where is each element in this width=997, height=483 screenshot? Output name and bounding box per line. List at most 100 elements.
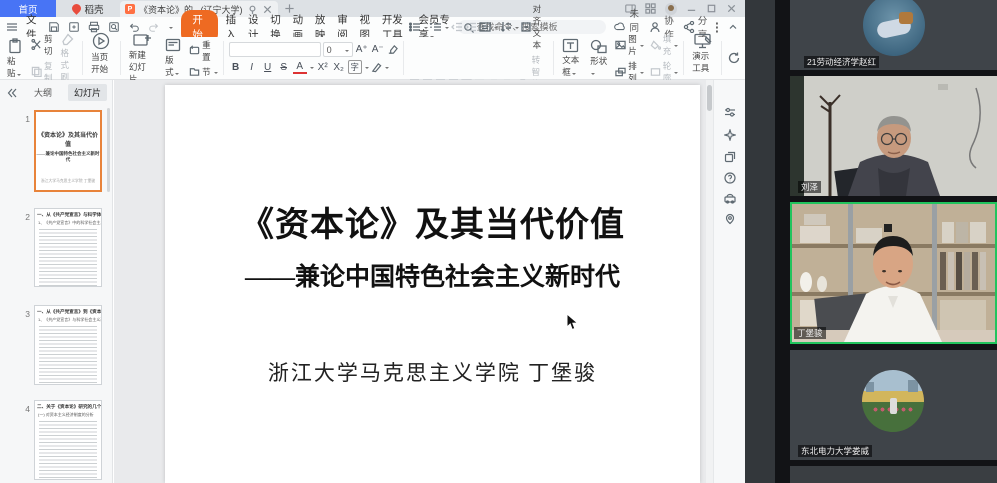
decrease-font-button[interactable]: A⁻ [371, 44, 385, 55]
participant-tile-4[interactable]: 东北电力大学娄威 [790, 350, 997, 460]
participant-tile-1[interactable]: 21劳动经济学赵红 [790, 0, 997, 70]
participant-tile-2[interactable]: 刘泽 [790, 76, 997, 196]
docer-tab-label: 稻壳 [84, 2, 103, 16]
shapes-icon [590, 39, 607, 54]
thumbnail-body-text [39, 229, 97, 287]
thumbnail-scrollbar[interactable] [107, 108, 110, 192]
slide-number: 4 [20, 404, 30, 414]
shapes-button[interactable]: 形状 [587, 39, 610, 77]
participant-name: 东北电力大学娄威 [798, 445, 872, 457]
increase-font-button[interactable]: A⁺ [355, 44, 369, 55]
play-circle-icon [92, 32, 110, 50]
sync-tool-icon[interactable] [727, 51, 741, 65]
play-from-current-button[interactable]: 当页开始 [88, 32, 115, 85]
slide-title: 《资本论》及其当代价值 [165, 197, 700, 246]
participant-tile-3-active-speaker[interactable]: 丁堡骏 [790, 202, 997, 344]
increase-indent-icon[interactable] [465, 22, 477, 32]
text-box-button[interactable]: 文本框 [559, 38, 582, 78]
superscript-button[interactable]: X² [316, 62, 330, 73]
properties-sliders-icon[interactable] [724, 106, 736, 118]
participant-name: 丁堡骏 [794, 327, 826, 339]
toolbox-icon[interactable] [724, 192, 736, 204]
canvas-scrollbar[interactable] [706, 80, 713, 483]
reset-button[interactable]: 重置 [189, 39, 218, 63]
slide-thumbnail-3[interactable]: 一、从《共产党宣言》到《资本论》的发展 1、《共产党宣言》与科学社会主义基本原则 [34, 305, 102, 385]
new-slide-button[interactable]: 新建幻灯片 [126, 32, 157, 85]
collapse-ribbon-icon[interactable] [727, 21, 739, 33]
save-icon[interactable] [48, 21, 60, 33]
help-icon[interactable] [724, 172, 736, 184]
participant-name: 刘泽 [798, 181, 821, 193]
align-text-icon [521, 22, 531, 32]
text-box-icon [562, 38, 579, 53]
strikethrough-button[interactable]: S [277, 62, 291, 73]
docer-tab[interactable]: 稻壳 [56, 0, 120, 17]
slide-thumbnail-4[interactable]: 二、关于《资本论》研究的几个问题 (一) 对资本主义经济制度的分析 [34, 400, 102, 480]
fill-button[interactable]: 填充 [650, 33, 679, 57]
participant-video [790, 76, 997, 196]
picture-button[interactable]: 图片 [615, 33, 644, 57]
participant-name: 21劳动经济学赵红 [804, 56, 879, 68]
export-icon[interactable] [68, 21, 80, 33]
bold-button[interactable]: B [229, 62, 243, 73]
participant-tile-5-partial[interactable] [790, 466, 997, 483]
insert-group: 图片 填充 排列 轮廓 [615, 33, 678, 84]
tab-slides[interactable]: 幻灯片 [68, 84, 107, 101]
slide-thumbnail-2[interactable]: 一、从《共产党宣言》与科学体系发展《资本论》 1、《共产党宣言》中的科学社会主义 [34, 208, 102, 287]
font-group: 0 A⁺ A⁻ B I U S A X² X₂ 字 [229, 42, 398, 74]
underline-button[interactable]: U [261, 62, 275, 73]
line-spacing-icon[interactable] [479, 22, 491, 32]
numbered-list-icon[interactable] [430, 22, 442, 32]
share-icon [683, 21, 695, 33]
video-panel-margin [745, 0, 775, 483]
format-painter-button[interactable]: 格式刷 [58, 33, 78, 83]
docer-flame-icon [71, 2, 84, 15]
subscript-button[interactable]: X₂ [332, 62, 346, 73]
ribbon-toolbar: 粘贴 剪切 复制 格式刷 当页开始 新建幻灯片 版式 [0, 37, 745, 80]
cloud-sync-icon [614, 21, 626, 33]
fill-bucket-icon [650, 40, 661, 50]
layers-panel-icon[interactable] [724, 151, 736, 163]
clipboard-group: 剪切 复制 [31, 33, 53, 84]
highlight-pen-icon[interactable] [371, 62, 382, 73]
slide-canvas[interactable]: 《资本论》及其当代价值 ——兼论中国特色社会主义新时代 浙江大学马克思主义学院 … [114, 80, 706, 483]
mouse-cursor [566, 313, 579, 331]
hamburger-icon [6, 21, 18, 33]
presentation-tools-button[interactable]: 演示工具 [689, 33, 716, 84]
font-color-button[interactable]: A [293, 61, 307, 74]
tab-outline[interactable]: 大纲 [28, 84, 58, 101]
cut-button[interactable]: 剪切 [31, 33, 53, 57]
section-button[interactable]: 节 [189, 66, 218, 78]
new-slide-icon [133, 32, 151, 48]
collapse-panel-icon[interactable] [6, 87, 18, 99]
format-painter-icon [61, 33, 74, 46]
picture-icon [615, 40, 626, 50]
history-dropdown-icon[interactable] [169, 27, 173, 31]
wps-presentation-window: 首页 稻壳 P 《资本论》的...(辽宁大学) 文件 [0, 0, 745, 483]
align-text-button[interactable]: 对齐文本 [521, 3, 549, 51]
italic-button[interactable]: I [245, 62, 259, 73]
clear-format-icon[interactable] [387, 44, 398, 55]
font-size-combo[interactable]: 0 [323, 42, 353, 57]
slide-number: 2 [20, 212, 30, 222]
slide-thumbnail-1[interactable]: 《资本论》及其当代价值 ——兼论中国特色社会主义新时代 浙江大学马克思主义学院 … [34, 110, 102, 192]
phonetic-button[interactable]: 字 [348, 60, 362, 74]
slide-thumbnail-panel: 大纲 幻灯片 1 《资本论》及其当代价值 ——兼论中国特色社会主义新时代 浙江大… [0, 80, 113, 483]
location-pin-icon[interactable] [724, 213, 736, 225]
layout-button[interactable]: 版式 [162, 38, 184, 78]
collaborate-person-icon [649, 21, 661, 33]
decrease-indent-icon[interactable] [451, 22, 463, 32]
bullet-list-icon[interactable] [409, 22, 421, 32]
slide-group: 重置 节 [189, 39, 218, 78]
presentation-file-icon: P [125, 4, 135, 14]
font-name-combo[interactable] [229, 42, 321, 57]
thumbnail-body-text [39, 326, 97, 384]
paste-button[interactable]: 粘贴 [4, 38, 26, 79]
more-menu-icon[interactable] [716, 22, 718, 33]
cut-scissors-icon [31, 39, 42, 50]
current-slide[interactable]: 《资本论》及其当代价值 ——兼论中国特色社会主义新时代 浙江大学马克思主义学院 … [165, 85, 700, 483]
text-direction-icon[interactable] [500, 21, 512, 32]
smart-beautify-star-icon[interactable] [724, 129, 736, 141]
participant-video [792, 204, 995, 342]
section-folder-icon [189, 66, 200, 77]
